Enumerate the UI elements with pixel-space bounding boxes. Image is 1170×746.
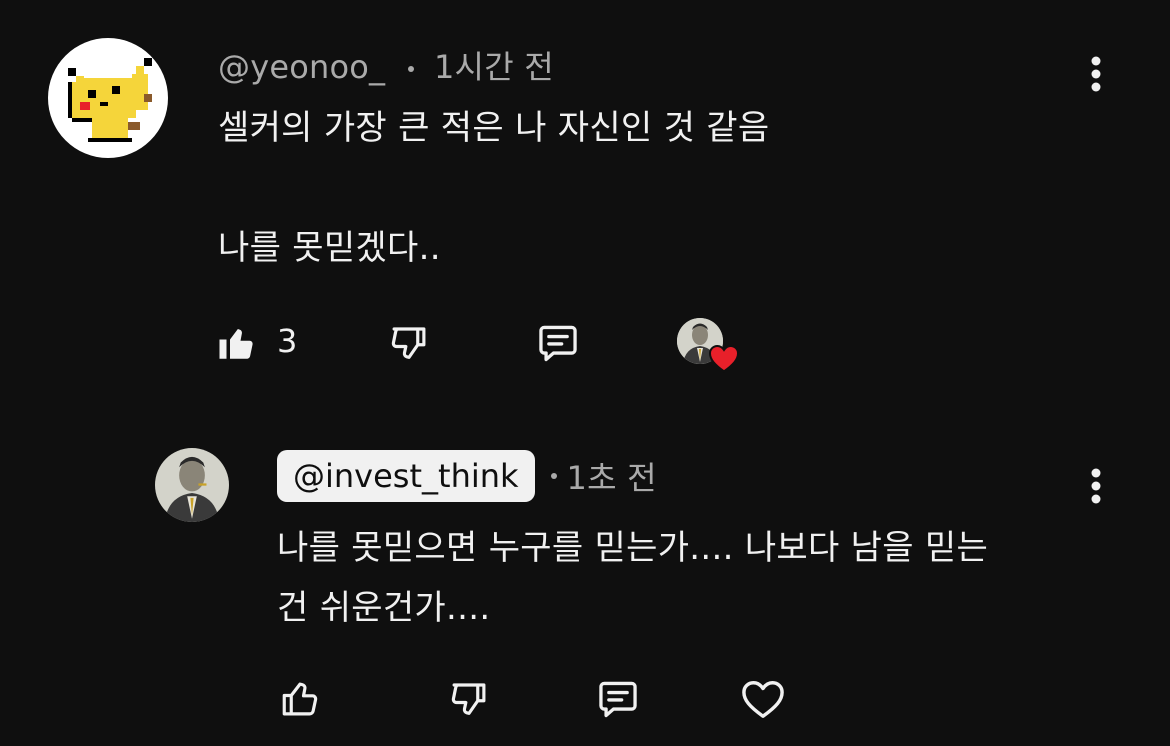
heart-badge	[708, 343, 740, 373]
comment-author[interactable]: @yeonoo_	[218, 48, 385, 86]
separator-dot	[407, 66, 414, 72]
separator-dot	[550, 473, 557, 479]
reply-button[interactable]	[532, 318, 584, 368]
more-button[interactable]	[1078, 52, 1114, 96]
more-vertical-icon	[1091, 468, 1101, 504]
thumbs-up-icon	[282, 682, 318, 716]
man-in-suit-icon	[155, 448, 229, 522]
reply-heart-button[interactable]	[737, 674, 789, 724]
dislike-button[interactable]	[384, 318, 434, 368]
like-count: 3	[277, 322, 298, 360]
reply-dislike-button[interactable]	[444, 674, 494, 724]
reply-author[interactable]: @invest_think	[277, 450, 535, 502]
comment-text-line-1: 셀커의 가장 큰 적은 나 자신인 것 같음	[218, 108, 770, 148]
comment-icon	[539, 325, 577, 362]
heart-icon	[708, 344, 740, 373]
avatar[interactable]	[48, 38, 168, 158]
thumbs-down-icon	[451, 683, 486, 715]
reply-reply-button[interactable]	[592, 674, 644, 724]
reply-avatar[interactable]	[155, 448, 229, 522]
reply-time[interactable]: 1초 전	[567, 453, 657, 499]
reply-more-button[interactable]	[1078, 464, 1114, 508]
reply-like-button[interactable]	[275, 674, 325, 724]
reply-text-line-2: 건 쉬운건가....	[277, 588, 491, 628]
comment-text-line-2: 나를 못믿겠다..	[218, 228, 441, 268]
comment-time[interactable]: 1시간 전	[434, 48, 554, 86]
heart-icon	[742, 681, 784, 718]
thumbs-up-icon	[219, 329, 253, 359]
like-button[interactable]	[212, 318, 262, 368]
thumbs-down-icon	[391, 327, 426, 359]
reply-meta: @invest_think 1초 전	[277, 450, 657, 502]
comment-icon	[599, 681, 637, 718]
pikachu-icon	[68, 58, 152, 142]
more-vertical-icon	[1091, 56, 1101, 92]
comment-meta: @yeonoo_ 1시간 전	[218, 42, 554, 88]
reply-text-line-1: 나를 못믿으면 누구를 믿는가.... 나보다 남을 믿는	[277, 528, 989, 568]
